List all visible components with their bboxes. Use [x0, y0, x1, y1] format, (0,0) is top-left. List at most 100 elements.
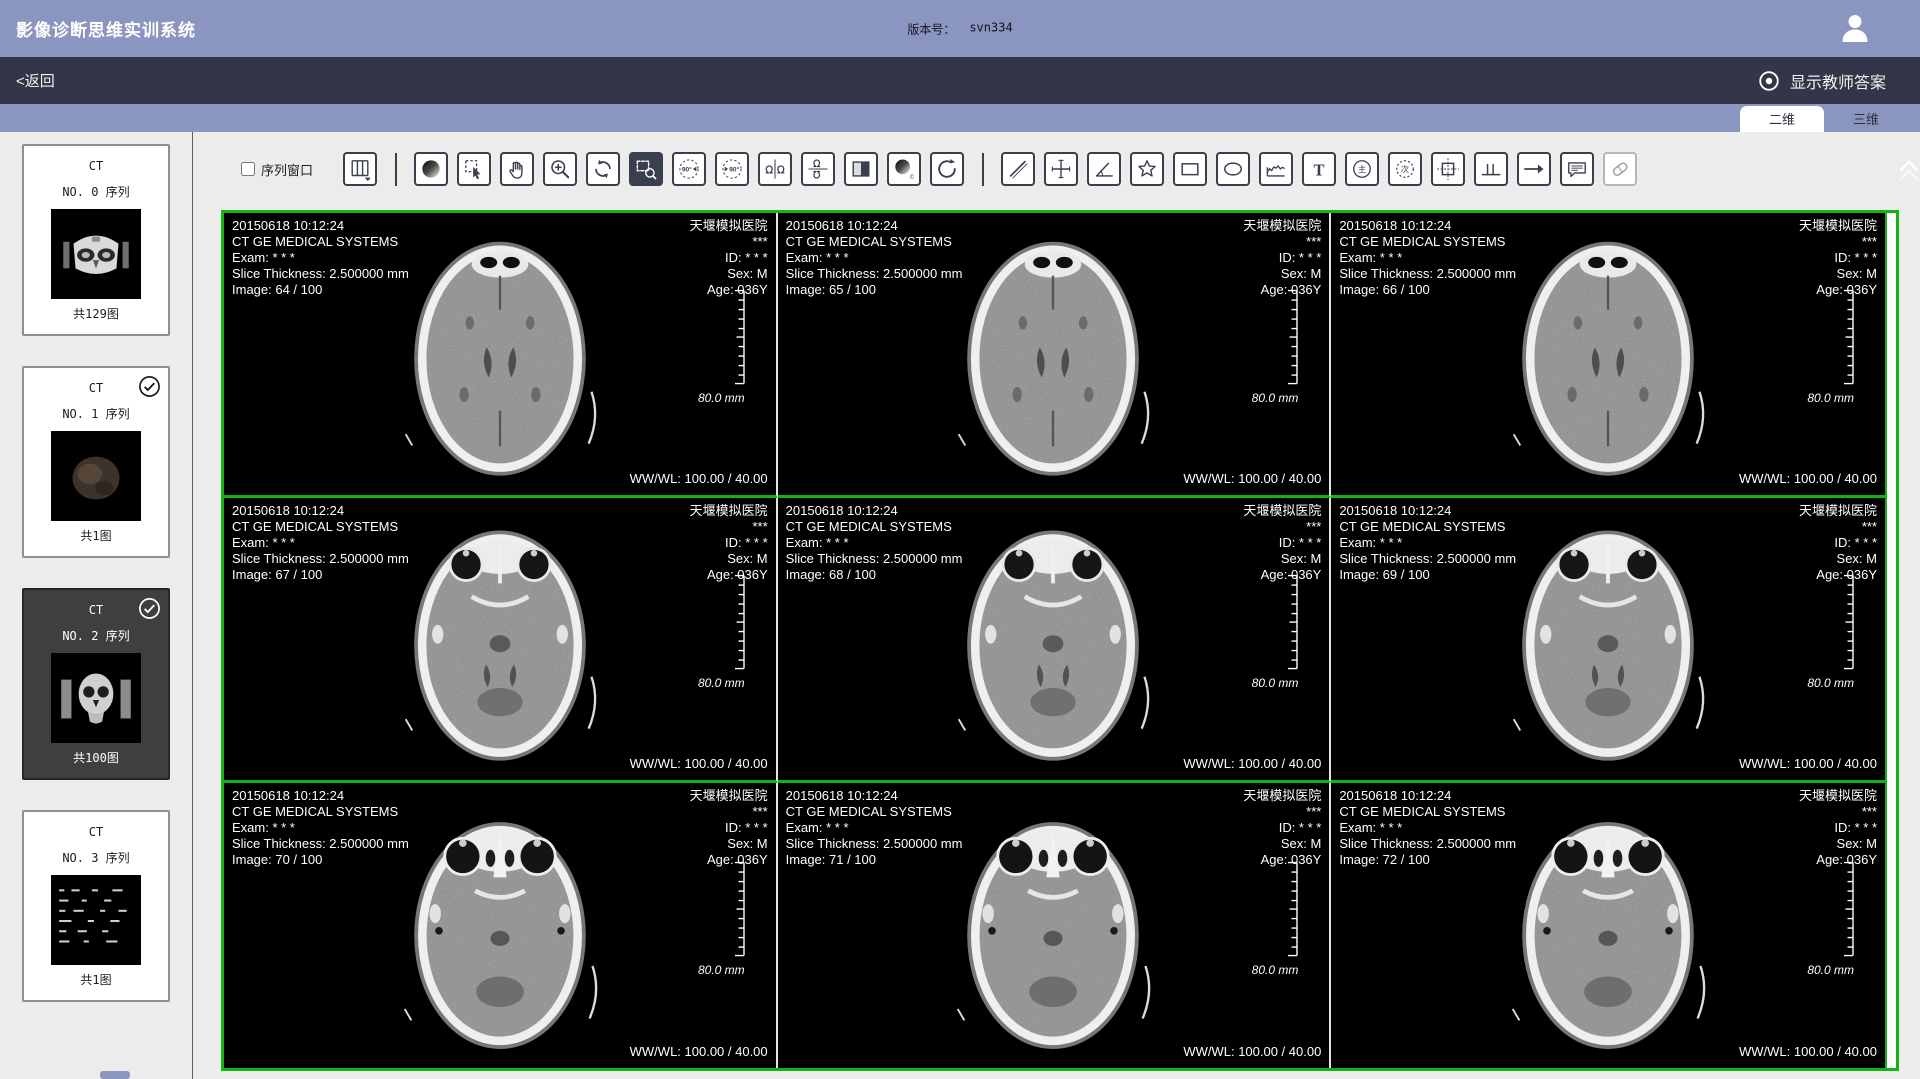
overlay-hospital: 天堰模拟医院	[1799, 503, 1877, 519]
series-count: 共1图	[24, 527, 168, 544]
zoom-in-button[interactable]	[543, 152, 577, 186]
main-mark-icon: 主	[1349, 156, 1375, 182]
ruler-ticks-icon	[732, 861, 746, 957]
viewport-cell[interactable]: 20150618 10:12:24 CT GE MEDICAL SYSTEMS …	[778, 783, 1332, 1068]
layout-button[interactable]	[343, 152, 377, 186]
viewport-cell[interactable]: 20150618 10:12:24 CT GE MEDICAL SYSTEMS …	[224, 783, 778, 1068]
viewport-cell[interactable]: 20150618 10:12:24 CT GE MEDICAL SYSTEMS …	[1331, 213, 1885, 498]
series-window-checkbox[interactable]	[241, 162, 255, 176]
show-teacher-answer-button[interactable]: 显示教师答案	[1757, 69, 1886, 93]
overlay-top-right: 天堰模拟医院 *** ID: * * * Sex: M Age: 036Y	[690, 503, 768, 583]
viewport-cell[interactable]: 20150618 10:12:24 CT GE MEDICAL SYSTEMS …	[1331, 498, 1885, 783]
flip-vertical-button[interactable]	[801, 152, 835, 186]
series-card-3[interactable]: CT NO. 3 序列 共1图	[22, 810, 170, 1002]
viewport-cell[interactable]: 20150618 10:12:24 CT GE MEDICAL SYSTEMS …	[778, 213, 1332, 498]
thumbnail-axial-slab	[51, 209, 141, 299]
angle-button[interactable]	[1087, 152, 1121, 186]
overlay-hospital: 天堰模拟医院	[1243, 503, 1321, 519]
user-avatar-icon[interactable]	[1838, 11, 1872, 45]
scale-ruler: 80.0 mm	[1807, 861, 1855, 977]
overlay-wwwl: WW/WL: 100.00 / 40.00	[1739, 1044, 1877, 1060]
overlay-datetime: 20150618 10:12:24	[1339, 218, 1516, 234]
ellipse-button[interactable]	[1216, 152, 1250, 186]
measure-line-icon	[1005, 156, 1031, 182]
overlay-sex: Sex: M	[1799, 266, 1877, 282]
secondary-mark-icon: 次	[1392, 156, 1418, 182]
overlay-wwwl: WW/WL: 100.00 / 40.00	[1183, 1044, 1321, 1060]
scale-ruler: 80.0 mm	[1252, 289, 1300, 405]
overlay-device: CT GE MEDICAL SYSTEMS	[1339, 519, 1516, 535]
viewport-cell[interactable]: 20150618 10:12:24 CT GE MEDICAL SYSTEMS …	[224, 213, 778, 498]
overlay-stars: ***	[1243, 804, 1321, 820]
window-preset-icon: c	[891, 156, 917, 182]
grid-scrollbar[interactable]	[1885, 213, 1896, 1068]
overlay-device: CT GE MEDICAL SYSTEMS	[1339, 234, 1516, 250]
comment-button[interactable]	[1560, 152, 1594, 186]
collapse-up-icon[interactable]	[1898, 156, 1920, 184]
overlay-image-number: Image: 71 / 100	[786, 852, 963, 868]
overlay-top-left: 20150618 10:12:24 CT GE MEDICAL SYSTEMS …	[1339, 503, 1516, 583]
overlay-device: CT GE MEDICAL SYSTEMS	[232, 234, 409, 250]
overlay-wwwl: WW/WL: 100.00 / 40.00	[1183, 756, 1321, 772]
tab-2d[interactable]: 二维	[1740, 106, 1824, 132]
pan-button[interactable]	[500, 152, 534, 186]
select-icon	[461, 156, 487, 182]
arrow-button[interactable]	[1517, 152, 1551, 186]
measure-line-button[interactable]	[1001, 152, 1035, 186]
rotate-button[interactable]	[586, 152, 620, 186]
overlay-top-left: 20150618 10:12:24 CT GE MEDICAL SYSTEMS …	[786, 788, 963, 868]
version-label: 版本号：	[907, 20, 955, 37]
overlay-stars: ***	[1799, 804, 1877, 820]
checkmark-icon	[138, 375, 161, 398]
overlay-top-left: 20150618 10:12:24 CT GE MEDICAL SYSTEMS …	[232, 503, 409, 583]
reset-button[interactable]	[930, 152, 964, 186]
series-card-2[interactable]: CT NO. 2 序列 共100图	[22, 588, 170, 780]
text-button[interactable]: T	[1302, 152, 1336, 186]
flip-horizontal-button[interactable]	[758, 152, 792, 186]
main-mark-button[interactable]: 主	[1345, 152, 1379, 186]
nav-bar: <返回 显示教师答案	[0, 57, 1920, 104]
overlay-top-left: 20150618 10:12:24 CT GE MEDICAL SYSTEMS …	[786, 218, 963, 298]
star-button[interactable]	[1130, 152, 1164, 186]
baseline-button[interactable]	[1474, 152, 1508, 186]
viewport-cell[interactable]: 20150618 10:12:24 CT GE MEDICAL SYSTEMS …	[778, 498, 1332, 783]
secondary-mark-button[interactable]: 次	[1388, 152, 1422, 186]
content-area: CT NO. 0 序列 共129图	[0, 132, 1920, 1079]
viewport-cell[interactable]: 20150618 10:12:24 CT GE MEDICAL SYSTEMS …	[224, 498, 778, 783]
version-value: svn334	[969, 20, 1012, 37]
overlay-datetime: 20150618 10:12:24	[786, 218, 963, 234]
tab-3d[interactable]: 三维	[1824, 106, 1908, 132]
window-level-button[interactable]	[414, 152, 448, 186]
crosshair-button[interactable]	[1044, 152, 1078, 186]
overlay-exam: Exam: * * *	[1339, 535, 1516, 551]
overlay-stars: ***	[1243, 519, 1321, 535]
crosshair-icon	[1048, 156, 1074, 182]
back-button[interactable]: <返回	[16, 70, 55, 91]
overlay-sex: Sex: M	[1799, 836, 1877, 852]
overlay-datetime: 20150618 10:12:24	[1339, 788, 1516, 804]
sidebar-scrollbar-thumb[interactable]	[100, 1071, 130, 1079]
overlay-top-right: 天堰模拟医院 *** ID: * * * Sex: M Age: 036Y	[690, 218, 768, 298]
checkmark-icon	[138, 597, 161, 620]
curve-button[interactable]	[1259, 152, 1293, 186]
series-card-0[interactable]: CT NO. 0 序列 共129图	[22, 144, 170, 336]
region-zoom-button[interactable]	[629, 152, 663, 186]
select-button[interactable]	[457, 152, 491, 186]
localize-button[interactable]	[1431, 152, 1465, 186]
viewport-cell[interactable]: 20150618 10:12:24 CT GE MEDICAL SYSTEMS …	[1331, 783, 1885, 1068]
rotate-left-90-button[interactable]: 90°	[672, 152, 706, 186]
app-window: 影像诊断思维实训系统 版本号： svn334 <返回 显示教师答案 二维 三维 …	[0, 0, 1920, 1079]
scale-ruler: 80.0 mm	[698, 289, 746, 405]
overlay-patient-id: ID: * * *	[690, 820, 768, 836]
window-preset-button[interactable]: c	[887, 152, 921, 186]
invert-button[interactable]	[844, 152, 878, 186]
ct-image	[1503, 787, 1713, 1063]
rectangle-button[interactable]	[1173, 152, 1207, 186]
overlay-exam: Exam: * * *	[786, 820, 963, 836]
svg-text:主: 主	[1358, 164, 1366, 174]
rotate-right-90-button[interactable]: 90°	[715, 152, 749, 186]
ruler-label: 80.0 mm	[698, 676, 745, 690]
overlay-device: CT GE MEDICAL SYSTEMS	[1339, 804, 1516, 820]
eraser-button[interactable]	[1603, 152, 1637, 186]
series-card-1[interactable]: CT NO. 1 序列 共1图	[22, 366, 170, 558]
